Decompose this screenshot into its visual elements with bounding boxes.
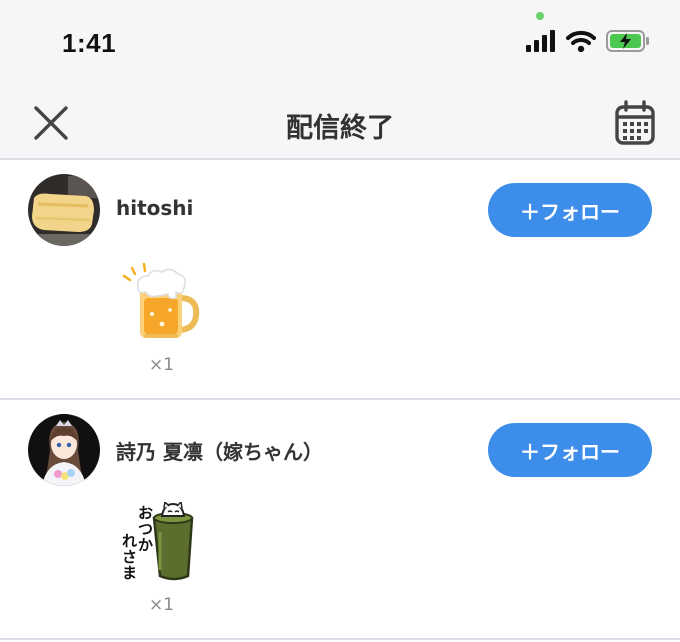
status-bar: 1:41 bbox=[0, 0, 680, 86]
gift-text: おつかれさま bbox=[122, 504, 153, 582]
page-title: 配信終了 bbox=[286, 113, 394, 144]
nav-bar: 配信終了 bbox=[0, 86, 680, 160]
avatar-bride-illustration bbox=[28, 414, 100, 486]
username: 詩乃 夏凛（嫁ちゃん） bbox=[116, 440, 323, 464]
privacy-indicator-dot bbox=[536, 12, 544, 20]
wifi-icon bbox=[566, 30, 596, 52]
calendar-icon bbox=[615, 100, 655, 145]
user-row: hitoshi ＋フォロー ×1 bbox=[0, 160, 680, 400]
avatar-food-photo bbox=[28, 174, 100, 246]
calendar-button[interactable] bbox=[614, 100, 656, 146]
cellular-signal-icon bbox=[526, 30, 555, 52]
gift-count: ×1 bbox=[149, 355, 175, 375]
avatar[interactable] bbox=[28, 174, 100, 246]
follow-button[interactable]: ＋フォロー bbox=[488, 183, 652, 237]
avatar[interactable] bbox=[28, 414, 100, 486]
status-time: 1:41 bbox=[62, 28, 117, 58]
gift-item bbox=[118, 262, 208, 342]
user-row: 詩乃 夏凛（嫁ちゃん） ＋フォロー おつかれさま ×1 bbox=[0, 400, 680, 640]
gift-count: ×1 bbox=[149, 595, 175, 615]
otsukaresama-cup-icon: おつかれさま bbox=[122, 500, 194, 582]
follow-button[interactable]: ＋フォロー bbox=[488, 423, 652, 477]
gift-item: おつかれさま bbox=[118, 500, 208, 582]
beer-mug-icon bbox=[122, 262, 200, 338]
battery-charging-icon bbox=[606, 30, 649, 52]
username: hitoshi bbox=[116, 196, 194, 220]
system-icons bbox=[526, 30, 650, 52]
